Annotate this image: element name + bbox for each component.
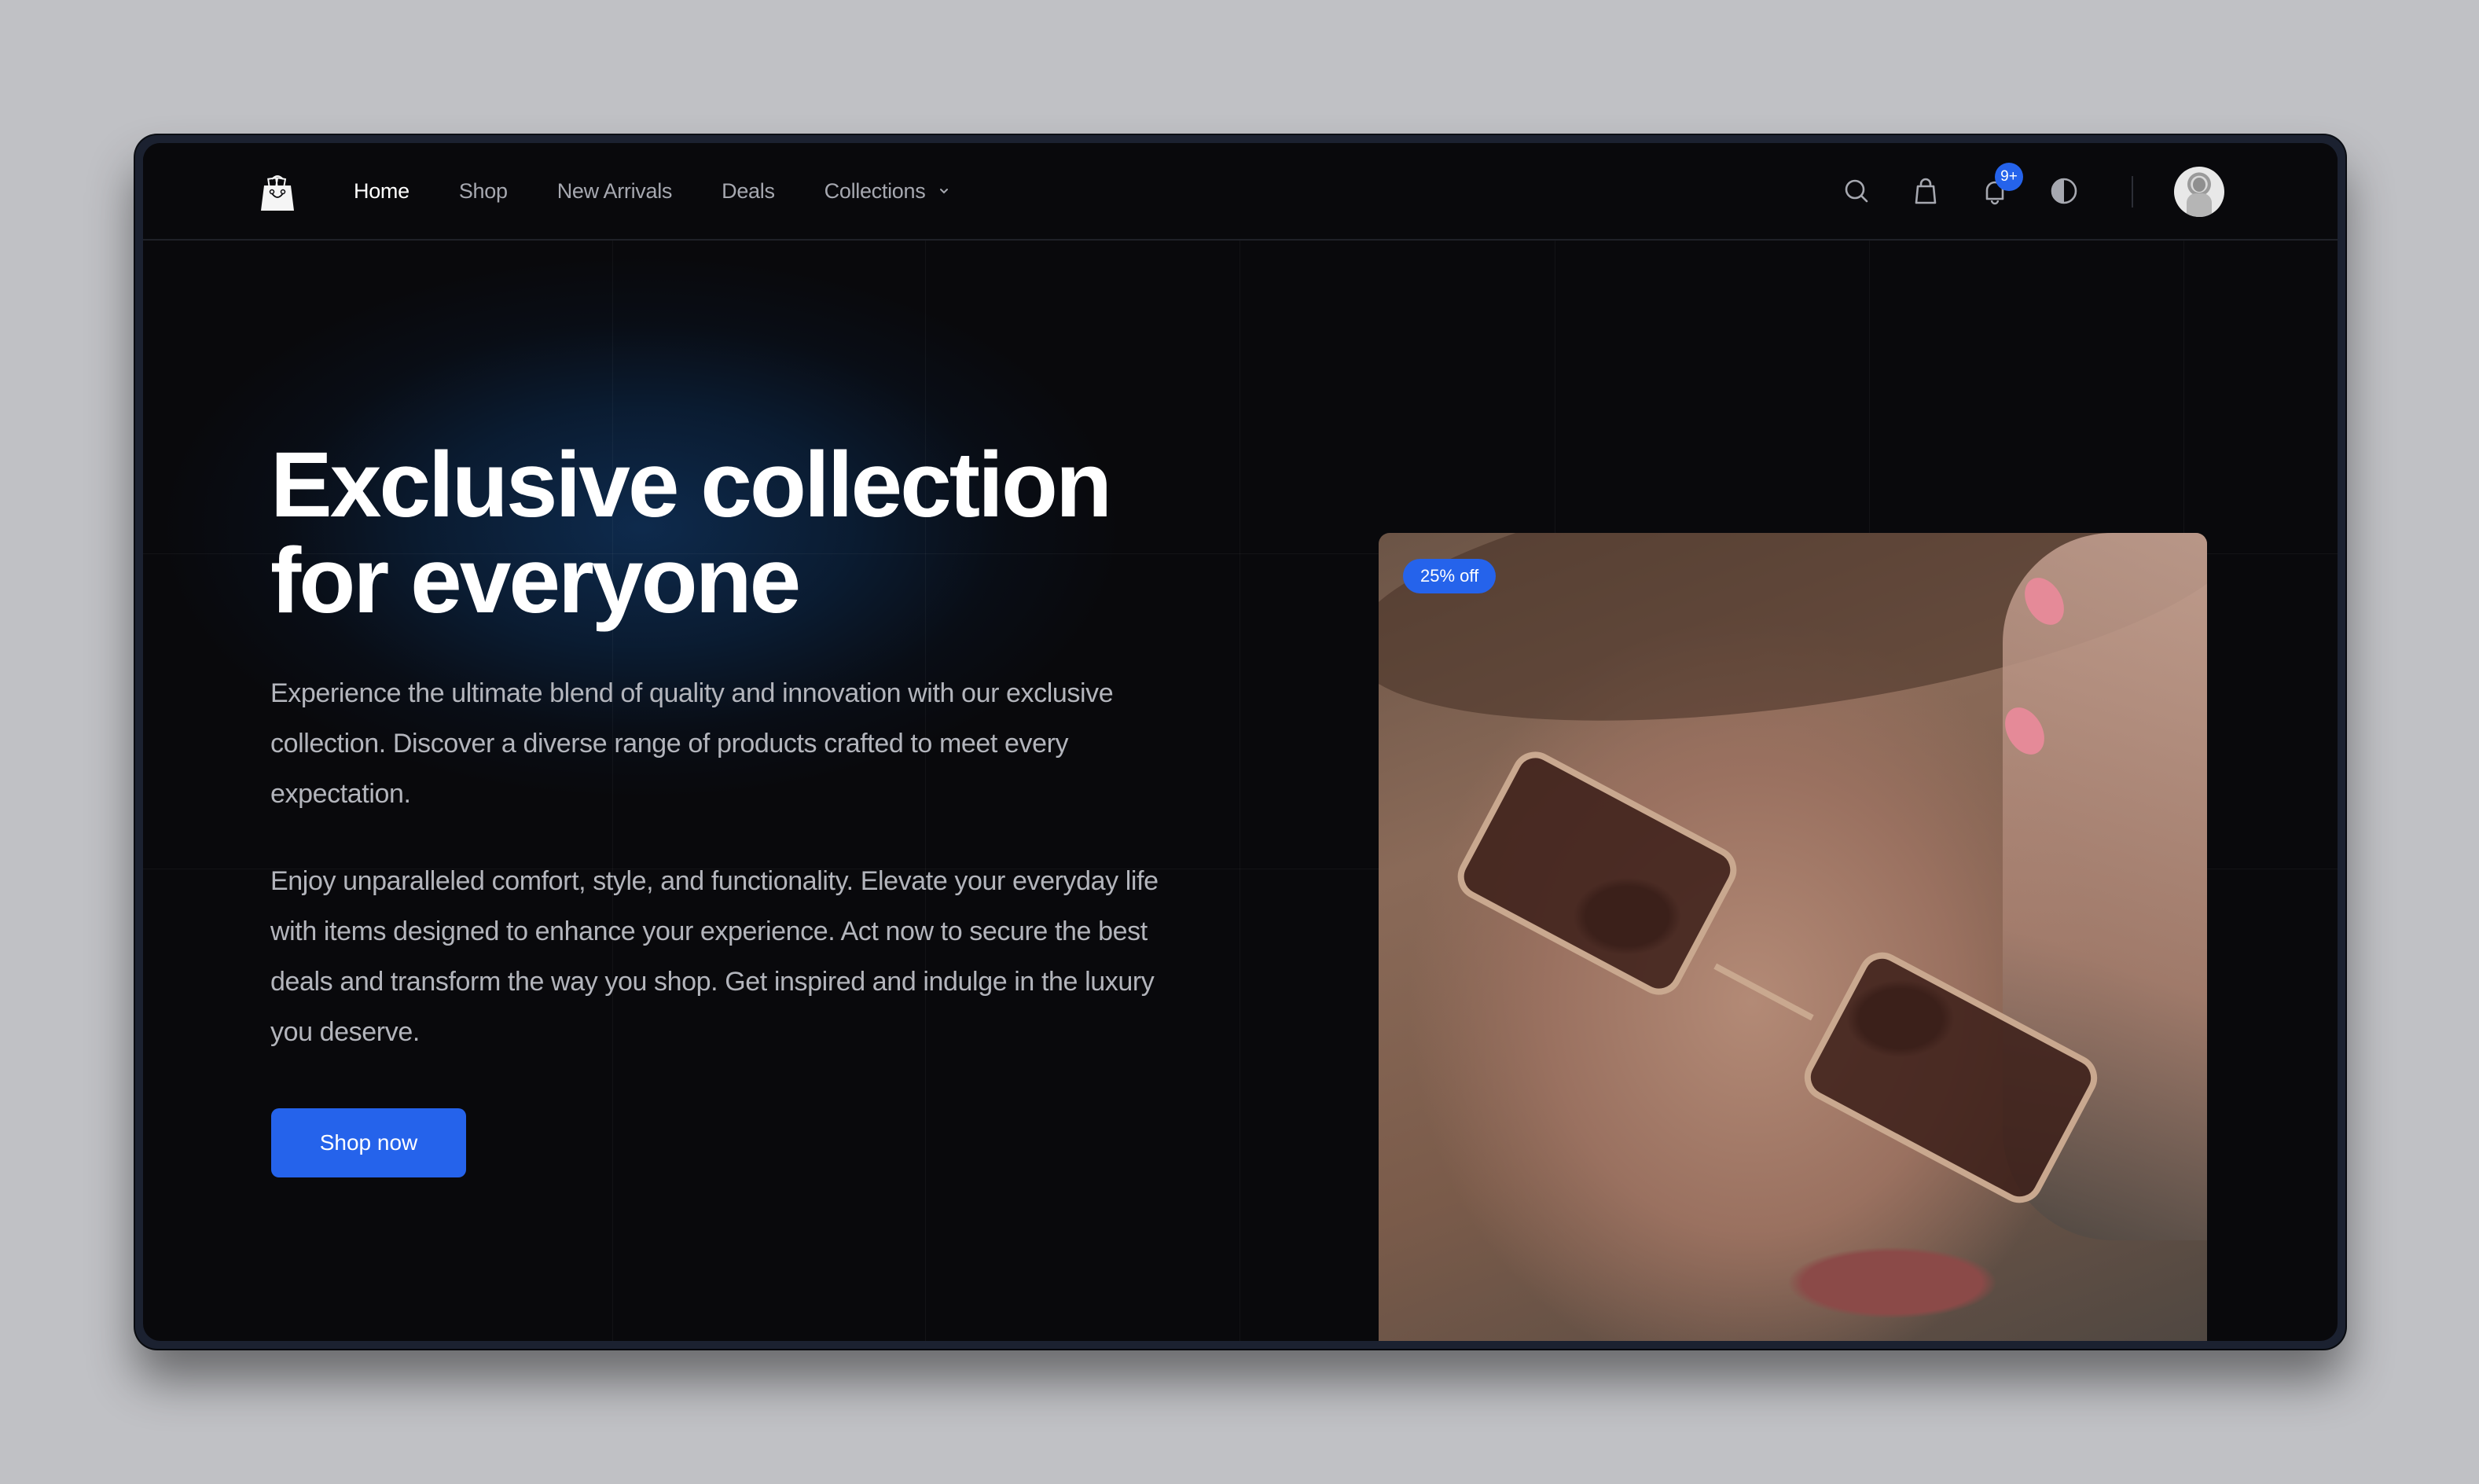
avatar-head	[2193, 178, 2205, 192]
nav-link-home[interactable]: Home	[354, 179, 409, 204]
page-screen: Home Shop New Arrivals Deals Collections	[143, 143, 2338, 1341]
search-icon[interactable]	[1841, 175, 1872, 207]
hero-section: Exclusive collection for everyone Experi…	[143, 209, 2338, 1341]
notifications-badge: 9+	[1995, 163, 2023, 191]
discount-badge: 25% off	[1403, 559, 1497, 593]
nav-link-collections-label: Collections	[824, 178, 926, 203]
contrast-icon[interactable]	[2048, 175, 2080, 207]
nav-divider	[2132, 176, 2133, 208]
shop-now-button[interactable]: Shop now	[271, 1108, 466, 1177]
hero-headline: Exclusive collection for everyone	[270, 433, 1112, 633]
shopping-bag-smile-icon[interactable]	[259, 171, 296, 211]
hero-description-2: Enjoy unparalleled comfort, style, and f…	[270, 866, 1159, 1047]
chevron-down-icon	[940, 189, 949, 194]
nav-link-deals[interactable]: Deals	[722, 179, 775, 204]
photo-sunglasses-bridge	[1713, 963, 1814, 1021]
nav-link-collections[interactable]: Collections	[824, 179, 951, 204]
notifications-button[interactable]: 9+	[1979, 163, 2023, 207]
shopping-bag-icon[interactable]	[1910, 175, 1941, 207]
hero-description-1: Experience the ultimate blend of quality…	[270, 678, 1114, 809]
nav-link-new-arrivals[interactable]: New Arrivals	[557, 179, 673, 204]
top-nav: Home Shop New Arrivals Deals Collections	[143, 143, 2338, 241]
primary-nav: Home Shop New Arrivals Deals Collections	[354, 143, 1000, 239]
browser-frame: Home Shop New Arrivals Deals Collections	[135, 135, 2345, 1349]
avatar-body	[2187, 193, 2212, 217]
hero-product-image: 25% off	[1379, 533, 2207, 1341]
nav-link-shop[interactable]: Shop	[459, 179, 508, 204]
user-avatar[interactable]	[2174, 167, 2224, 217]
photo-sunglasses-lens-left	[1449, 743, 1745, 1004]
